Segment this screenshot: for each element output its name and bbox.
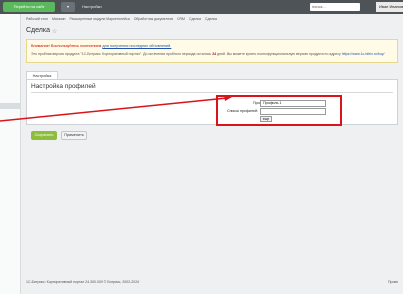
annotation-arrow: [0, 95, 232, 122]
arrow-line: [0, 97, 228, 122]
footer-right-text: Прове: [388, 280, 399, 284]
footer-copyright: 1С-Битрикс: Корпоративный портал 24.300.…: [26, 280, 140, 284]
arrow-head: [224, 95, 232, 101]
